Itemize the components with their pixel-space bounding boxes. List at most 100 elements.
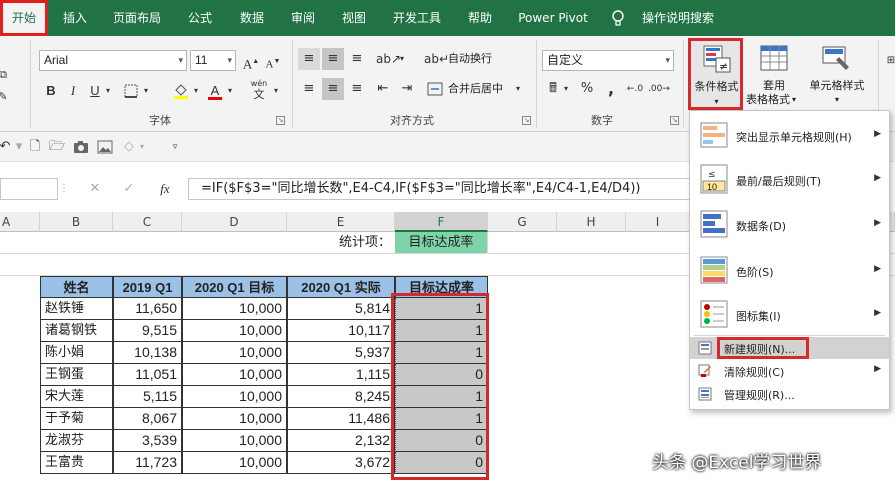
column-header[interactable]: B: [40, 212, 113, 232]
percent-style-icon[interactable]: %: [576, 78, 598, 100]
formula-input[interactable]: =IF($F$3="同比增长数",E4-C4,IF($F$3="同比增长率",E…: [188, 178, 700, 200]
decrease-decimal-icon[interactable]: .00→: [648, 78, 670, 100]
table-cell[interactable]: 11,051: [113, 364, 182, 386]
column-header[interactable]: A: [0, 212, 40, 232]
menu-item-highlight-rules[interactable]: 突出显示单元格规则(H) ▶: [690, 115, 889, 155]
tab-developer[interactable]: 开发工具: [385, 0, 449, 36]
table-cell[interactable]: 10,000: [182, 320, 287, 342]
wrap-text-icon[interactable]: ab↵: [424, 48, 449, 70]
fill-color-icon[interactable]: [170, 80, 192, 102]
table-cell[interactable]: 11,486: [287, 408, 395, 430]
table-cell[interactable]: 8,245: [287, 386, 395, 408]
table-cell[interactable]: 1,115: [287, 364, 395, 386]
table-cell[interactable]: 5,115: [113, 386, 182, 408]
open-folder-icon[interactable]: 🗁: [46, 136, 68, 158]
align-right-icon[interactable]: ≡: [346, 78, 368, 100]
name-box[interactable]: [0, 178, 58, 200]
namebox-dropdown-icon[interactable]: ⋮: [58, 178, 70, 200]
increase-font-icon[interactable]: A▲: [240, 50, 262, 72]
menu-item-data-bars[interactable]: 数据条(D) ▶: [690, 203, 889, 245]
shapes-dropdown-icon[interactable]: ▾: [136, 136, 148, 158]
tab-insert[interactable]: 插入: [52, 0, 98, 36]
table-cell[interactable]: 龙淑芬: [40, 430, 113, 452]
table-cell[interactable]: 2,132: [287, 430, 395, 452]
table-cell[interactable]: 3,539: [113, 430, 182, 452]
align-left-icon[interactable]: ≡: [298, 78, 320, 100]
wrap-text-button[interactable]: 自动换行: [448, 52, 492, 66]
table-cell[interactable]: 诸葛钢铁: [40, 320, 113, 342]
table-cell[interactable]: 10,000: [182, 364, 287, 386]
table-cell[interactable]: 9,515: [113, 320, 182, 342]
italic-icon[interactable]: I: [62, 80, 84, 102]
column-header-selected[interactable]: F: [395, 212, 488, 232]
table-cell[interactable]: 王富贵: [40, 452, 113, 474]
format-as-table-button[interactable]: 套用 表格格式 ▾: [746, 41, 800, 109]
table-header-cell[interactable]: 2019 Q1: [113, 276, 182, 298]
column-header[interactable]: I: [626, 212, 690, 232]
table-cell[interactable]: 10,117: [287, 320, 395, 342]
table-cell[interactable]: 10,138: [113, 342, 182, 364]
menu-item-icon-sets[interactable]: 图标集(I) ▶: [690, 293, 889, 335]
font-size-dropdown[interactable]: 11 ▾: [190, 50, 236, 71]
borders-dropdown-icon[interactable]: ▾: [140, 80, 152, 102]
result-cell[interactable]: 1: [395, 342, 488, 364]
tab-view[interactable]: 视图: [334, 0, 374, 36]
merge-center-button[interactable]: 合并后居中: [448, 82, 503, 96]
table-cell[interactable]: 11,723: [113, 452, 182, 474]
result-cell[interactable]: 0: [395, 364, 488, 386]
tab-home[interactable]: 开始: [0, 0, 48, 36]
table-cell[interactable]: 于予菊: [40, 408, 113, 430]
tab-data[interactable]: 数据: [232, 0, 272, 36]
font-name-dropdown[interactable]: Arial ▾: [39, 50, 187, 71]
enter-icon[interactable]: ✓: [118, 178, 140, 200]
tab-formulas[interactable]: 公式: [180, 0, 220, 36]
decrease-indent-icon[interactable]: ⇤: [372, 78, 394, 100]
font-color-dropdown-icon[interactable]: ▾: [224, 80, 236, 102]
customize-qat-icon[interactable]: ▿: [164, 136, 186, 158]
accounting-dropdown-icon[interactable]: ▾: [560, 78, 572, 100]
number-format-dropdown[interactable]: 自定义 ▾: [542, 50, 674, 71]
column-header[interactable]: D: [182, 212, 287, 232]
phonetic-dropdown-icon[interactable]: ▾: [270, 80, 282, 102]
table-cell[interactable]: 5,937: [287, 342, 395, 364]
tab-page-layout[interactable]: 页面布局: [104, 0, 170, 36]
table-cell[interactable]: 10,000: [182, 342, 287, 364]
table-cell[interactable]: 10,000: [182, 452, 287, 474]
table-cell[interactable]: 赵铁锤: [40, 298, 113, 320]
conditional-formatting-button[interactable]: ≠ 条件格式 ▾: [688, 38, 743, 110]
decrease-font-icon[interactable]: A▼: [262, 50, 284, 72]
menu-item-new-rule[interactable]: 新建规则(N)...: [690, 337, 889, 359]
result-cell[interactable]: 0: [395, 430, 488, 452]
column-header[interactable]: C: [113, 212, 182, 232]
font-dialog-launcher-icon[interactable]: ↘: [276, 116, 285, 125]
increase-decimal-icon[interactable]: ←.0: [624, 78, 646, 100]
result-cell[interactable]: 0: [395, 452, 488, 474]
result-cell[interactable]: 1: [395, 320, 488, 342]
table-header-cell[interactable]: 目标达成率: [395, 276, 488, 298]
insert-function-icon[interactable]: fx: [154, 178, 176, 200]
align-bottom-icon[interactable]: ≡: [346, 48, 368, 70]
menu-item-manage-rules[interactable]: 管理规则(R)...: [690, 383, 889, 405]
result-cell[interactable]: 1: [395, 386, 488, 408]
camera-icon[interactable]: [70, 136, 92, 158]
orientation-icon[interactable]: ab↗: [376, 48, 401, 70]
number-dialog-launcher-icon[interactable]: ↘: [670, 116, 679, 125]
tab-power-pivot[interactable]: Power Pivot: [512, 0, 594, 36]
menu-item-top-bottom[interactable]: ≤10 最前/最后规则(T) ▶: [690, 158, 889, 200]
table-cell[interactable]: 10,000: [182, 298, 287, 320]
tab-review[interactable]: 审阅: [283, 0, 323, 36]
result-cell[interactable]: 1: [395, 408, 488, 430]
align-middle-icon[interactable]: ≡: [322, 48, 344, 70]
new-file-icon[interactable]: 🗋: [24, 136, 46, 158]
table-cell[interactable]: 10,000: [182, 386, 287, 408]
menu-item-color-scales[interactable]: 色阶(S) ▶: [690, 249, 889, 291]
underline-dropdown-icon[interactable]: ▾: [102, 80, 114, 102]
align-center-icon[interactable]: ≡: [322, 78, 344, 100]
table-cell[interactable]: 宋大莲: [40, 386, 113, 408]
table-header-cell[interactable]: 姓名: [40, 276, 113, 298]
table-cell[interactable]: 11,650: [113, 298, 182, 320]
comma-style-icon[interactable]: ,: [600, 78, 622, 100]
table-cell[interactable]: 3,672: [287, 452, 395, 474]
column-header[interactable]: H: [557, 212, 626, 232]
table-cell[interactable]: 5,814: [287, 298, 395, 320]
